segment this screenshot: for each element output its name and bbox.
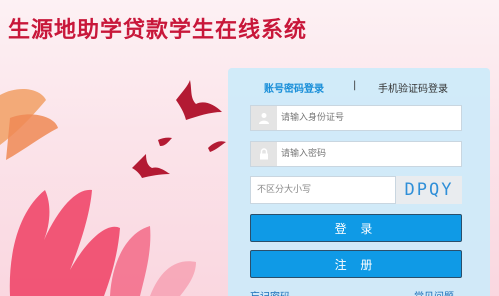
id-number-input[interactable] — [281, 106, 459, 130]
captcha-field — [250, 176, 396, 204]
login-tabs: 账号密码登录 | 手机验证码登录 — [228, 80, 490, 96]
pink-hand-shape — [150, 261, 196, 296]
flying-bird-icon — [132, 154, 170, 178]
tab-account-password[interactable]: 账号密码登录 — [264, 80, 324, 95]
forgot-password-link[interactable]: 忘记密码 — [250, 288, 290, 296]
user-icon — [251, 106, 277, 130]
orange-leaf-shape — [6, 114, 58, 160]
flying-bird-icon — [176, 80, 222, 120]
flying-bird-icon — [208, 141, 226, 152]
tab-separator: | — [353, 80, 357, 91]
register-button[interactable]: 注 册 — [250, 250, 462, 278]
pink-hand-shape — [9, 189, 121, 296]
id-number-field — [250, 105, 462, 131]
faq-link[interactable]: 常见问题 — [414, 288, 454, 296]
site-title: 生源地助学贷款学生在线系统 — [8, 18, 308, 43]
lock-icon — [251, 142, 277, 166]
login-button[interactable]: 登 录 — [250, 214, 462, 242]
flying-bird-icon — [158, 137, 172, 146]
tab-sms-code[interactable]: 手机验证码登录 — [378, 80, 448, 95]
captcha-image[interactable]: DPQY — [396, 176, 462, 204]
password-input[interactable] — [281, 142, 459, 166]
password-field — [250, 141, 462, 167]
login-panel: 账号密码登录 | 手机验证码登录 DPQY 登 录 注 册 忘记密码 常见问题 — [228, 68, 490, 296]
captcha-input[interactable] — [257, 177, 391, 203]
